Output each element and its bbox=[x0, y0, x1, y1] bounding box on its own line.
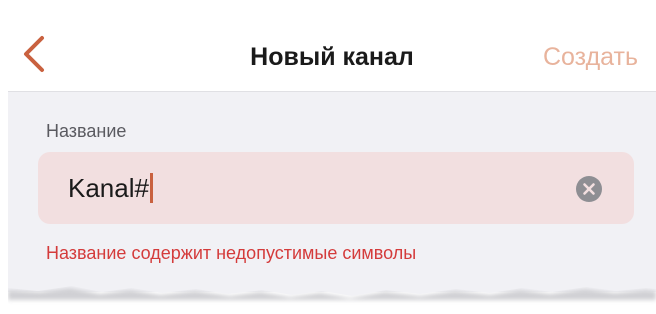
clear-button[interactable] bbox=[576, 176, 602, 202]
create-button[interactable]: Создать bbox=[543, 42, 638, 72]
text-caret bbox=[149, 173, 153, 203]
navigation-bar: Новый канал Создать bbox=[8, 12, 656, 92]
form-area: Название Kanal# Название содержит недопу… bbox=[8, 92, 656, 292]
clear-circle-icon bbox=[576, 176, 602, 202]
name-input[interactable]: Kanal# bbox=[38, 152, 634, 224]
name-input-value[interactable]: Kanal# bbox=[68, 172, 153, 204]
error-message: Название содержит недопустимые символы bbox=[46, 243, 417, 263]
name-field-label: Название bbox=[46, 121, 127, 141]
torn-paper-edge bbox=[0, 270, 656, 314]
name-input-text: Kanal# bbox=[68, 173, 149, 203]
top-strip bbox=[0, 0, 656, 12]
screen: Новый канал Создать Название Kanal# Назв… bbox=[0, 0, 656, 314]
